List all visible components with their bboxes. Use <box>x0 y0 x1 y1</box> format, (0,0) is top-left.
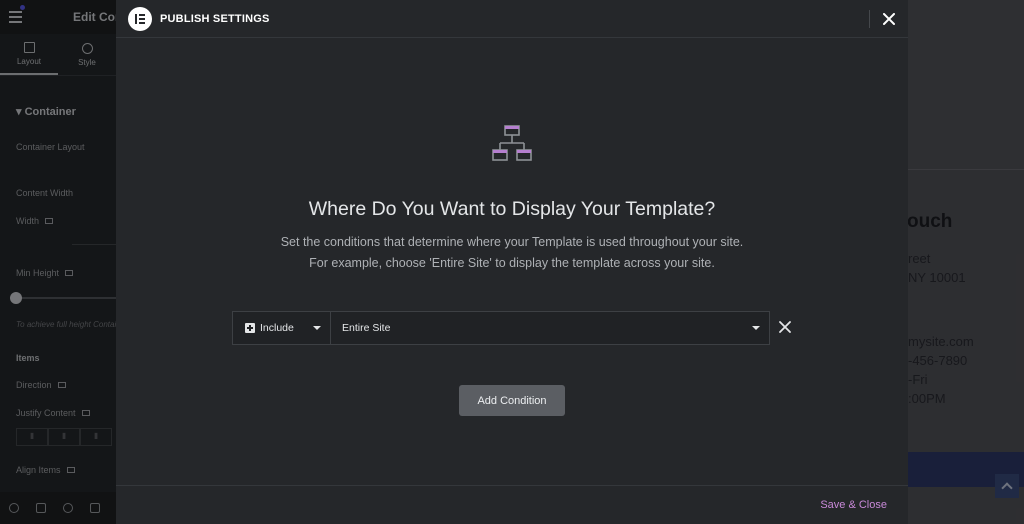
condition-type-value: Include <box>260 322 294 334</box>
modal-title: PUBLISH SETTINGS <box>160 13 270 25</box>
close-icon <box>779 321 791 333</box>
condition-type-select[interactable]: Include <box>233 312 331 344</box>
modal-description-line-1: Set the conditions that determine where … <box>280 235 744 249</box>
add-condition-button[interactable]: Add Condition <box>459 385 565 416</box>
plus-square-icon <box>245 323 255 333</box>
header-separator <box>869 10 870 28</box>
condition-row: Include Entire Site <box>232 311 770 345</box>
modal-footer: Save & Close <box>116 485 908 524</box>
modal-description-line-2: For example, choose 'Entire Site' to dis… <box>309 256 715 270</box>
elementor-logo-icon <box>128 7 152 31</box>
hierarchy-icon <box>492 125 532 161</box>
condition-target-value: Entire Site <box>342 322 391 334</box>
remove-condition-button[interactable] <box>776 318 794 336</box>
modal-header: PUBLISH SETTINGS <box>116 0 908 38</box>
overlay-left[interactable] <box>0 0 116 524</box>
overlay-right[interactable] <box>908 0 1024 524</box>
close-icon <box>883 13 895 25</box>
save-and-close-button[interactable]: Save & Close <box>820 499 887 511</box>
chevron-down-icon <box>313 326 321 330</box>
modal-heading: Where Do You Want to Display Your Templa… <box>308 198 716 220</box>
condition-target-select[interactable]: Entire Site <box>331 312 769 344</box>
chevron-down-icon <box>752 326 760 330</box>
publish-settings-modal: PUBLISH SETTINGS Where Do You Want to Di… <box>116 0 908 524</box>
close-button[interactable] <box>878 8 900 30</box>
